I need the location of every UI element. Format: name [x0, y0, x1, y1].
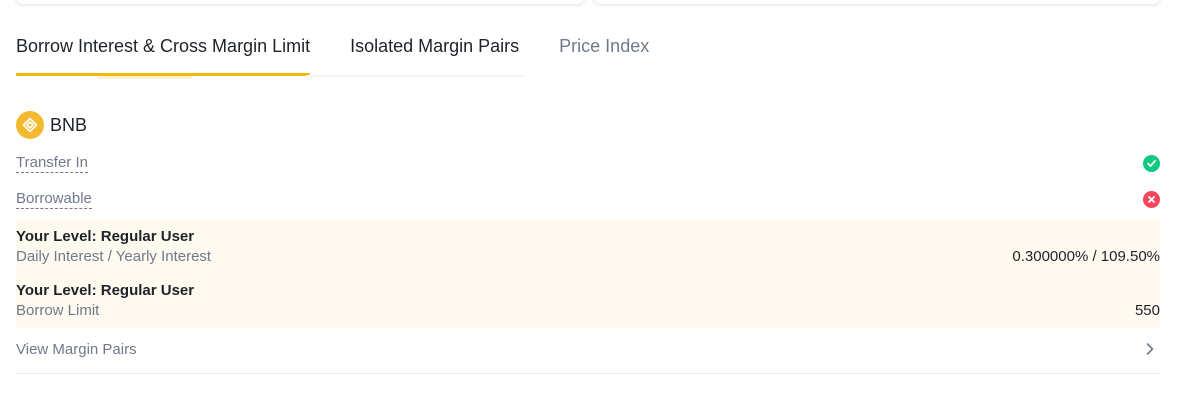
borrow-limit-value: 550 [1134, 302, 1160, 319]
coin-header: BNB [16, 111, 87, 139]
borrowable-row: Borrowable [16, 190, 1160, 209]
tab-price-index[interactable]: Price Index [559, 30, 649, 76]
level-info-block: Your Level: Regular User Daily Interest … [16, 220, 1160, 328]
tab-indicator-glow [98, 76, 192, 79]
transfer-in-row: Transfer In [16, 154, 1160, 173]
tab-bar-divider [306, 75, 524, 77]
top-card-left [16, 0, 584, 4]
interest-label: Daily Interest / Yearly Interest [16, 248, 212, 265]
interest-value: 0.300000% / 109.50% [1012, 248, 1160, 265]
view-margin-pairs-link[interactable]: View Margin Pairs [16, 333, 1160, 374]
bnb-coin-icon [16, 111, 44, 139]
check-icon [1143, 155, 1160, 172]
borrowable-label[interactable]: Borrowable [16, 190, 92, 209]
chevron-right-icon [1144, 341, 1156, 362]
interest-level-title: Your Level: Regular User [16, 228, 195, 245]
coin-name: BNB [50, 114, 88, 135]
tab-borrow-interest[interactable]: Borrow Interest & Cross Margin Limit [16, 30, 311, 76]
top-card-right [594, 0, 1160, 4]
cross-icon [1143, 191, 1160, 208]
borrow-limit-level-title: Your Level: Regular User [16, 282, 195, 299]
borrow-limit-label: Borrow Limit [16, 302, 100, 319]
transfer-in-label[interactable]: Transfer In [16, 154, 88, 173]
borrow-limit-row: Your Level: Regular User Borrow Limit 55… [16, 274, 1160, 328]
tab-bar: Borrow Interest & Cross Margin Limit Iso… [16, 30, 649, 76]
interest-level-row: Your Level: Regular User Daily Interest … [16, 220, 1160, 274]
tab-isolated-margin-pairs[interactable]: Isolated Margin Pairs [350, 30, 519, 76]
view-margin-pairs-label: View Margin Pairs [16, 341, 137, 358]
